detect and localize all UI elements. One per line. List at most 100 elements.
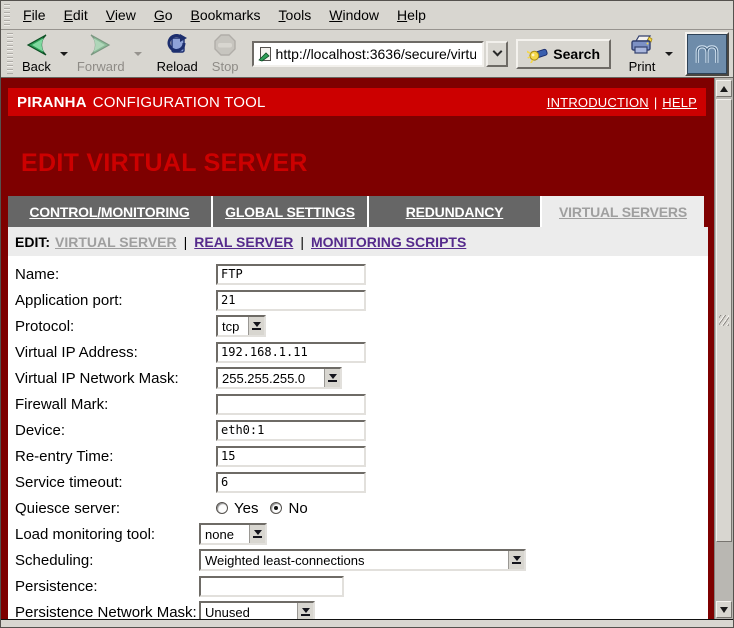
print-dropdown-icon[interactable] bbox=[665, 52, 673, 56]
url-bar[interactable] bbox=[252, 41, 485, 67]
text-input-device[interactable] bbox=[216, 420, 366, 441]
menu-help[interactable]: Help bbox=[388, 3, 435, 27]
menu-bookmarks[interactable]: Bookmarks bbox=[182, 3, 270, 27]
dropdown-arrow-icon bbox=[297, 603, 313, 620]
select-value: tcp bbox=[218, 317, 248, 335]
piranha-page: PIRANHA CONFIGURATION TOOL INTRODUCTION … bbox=[1, 78, 714, 620]
dropdown-arrow-icon bbox=[508, 551, 524, 569]
radio-label: Yes bbox=[234, 500, 258, 517]
text-input-persistence[interactable] bbox=[199, 576, 344, 597]
field-label-name: Name: bbox=[15, 266, 216, 283]
forward-dropdown-icon[interactable] bbox=[134, 52, 142, 56]
radio-no[interactable] bbox=[270, 502, 282, 514]
field-label-re-entry-time: Re-entry Time: bbox=[15, 448, 216, 465]
help-link[interactable]: HELP bbox=[662, 95, 697, 110]
field-label-application-port: Application port: bbox=[15, 292, 216, 309]
header-link-separator: | bbox=[654, 95, 657, 110]
dropdown-arrow-icon bbox=[324, 369, 340, 387]
arrow-up-icon bbox=[720, 86, 728, 92]
dropdown-arrow-icon bbox=[249, 525, 265, 543]
text-input-firewall-mark[interactable] bbox=[216, 394, 366, 415]
window-bottom-edge bbox=[1, 619, 733, 627]
tab-control-monitoring[interactable]: CONTROL/MONITORING bbox=[8, 196, 213, 227]
menu-window[interactable]: Window bbox=[320, 3, 388, 27]
radio-option-yes[interactable]: Yes bbox=[216, 500, 258, 517]
menu-tools[interactable]: Tools bbox=[270, 3, 321, 27]
field-label-virtual-ip-network-mask: Virtual IP Network Mask: bbox=[15, 370, 216, 387]
arrow-down-icon bbox=[720, 607, 728, 613]
field-label-virtual-ip-address: Virtual IP Address: bbox=[15, 344, 216, 361]
subnav-current-virtual-server: VIRTUAL SERVER bbox=[55, 234, 177, 250]
field-label-scheduling: Scheduling: bbox=[15, 552, 199, 569]
navigation-toolbar: Back Forward Reload bbox=[1, 30, 733, 78]
subnav-separator: | bbox=[184, 234, 188, 250]
scrollbar-thumb[interactable] bbox=[716, 99, 732, 542]
chevron-down-icon bbox=[492, 47, 502, 57]
select-persistence-network-mask[interactable]: Unused bbox=[199, 601, 315, 620]
text-input-name[interactable] bbox=[216, 264, 366, 285]
print-button[interactable]: Print bbox=[623, 33, 661, 75]
stop-button[interactable]: Stop bbox=[207, 33, 244, 75]
search-button[interactable]: Search bbox=[516, 39, 611, 69]
text-input-re-entry-time[interactable] bbox=[216, 446, 366, 467]
text-input-service-timeout[interactable] bbox=[216, 472, 366, 493]
field-label-protocol: Protocol: bbox=[15, 318, 216, 335]
dropdown-arrow-icon bbox=[248, 317, 264, 335]
subnav-link-real-server[interactable]: REAL SERVER bbox=[194, 234, 293, 250]
back-label: Back bbox=[22, 60, 51, 74]
print-label: Print bbox=[629, 60, 656, 74]
select-virtual-ip-network-mask[interactable]: 255.255.255.0 bbox=[216, 367, 342, 389]
vertical-scrollbar[interactable] bbox=[714, 78, 733, 620]
mozilla-logo-button[interactable] bbox=[685, 32, 729, 76]
form-fields: Name:Application port:Protocol:tcpVirtua… bbox=[8, 256, 708, 620]
menu-go[interactable]: Go bbox=[145, 3, 182, 27]
menu-edit[interactable]: Edit bbox=[55, 3, 97, 27]
field-label-persistence: Persistence: bbox=[15, 578, 199, 595]
search-label: Search bbox=[553, 46, 600, 62]
subnav-separator: | bbox=[300, 234, 304, 250]
form-row-quiesce-server: Quiesce server: Yes No bbox=[8, 495, 708, 521]
url-page-icon bbox=[257, 46, 273, 62]
form-row-scheduling: Scheduling:Weighted least-connections bbox=[8, 547, 708, 573]
menu-file[interactable]: File bbox=[14, 3, 55, 27]
edit-subnav: EDIT: VIRTUAL SERVER | REAL SERVER | MON… bbox=[8, 227, 708, 256]
tab-redundancy[interactable]: REDUNDANCY bbox=[369, 196, 542, 227]
toolbar-grippy[interactable] bbox=[7, 33, 13, 74]
scroll-down-button[interactable] bbox=[716, 601, 732, 618]
stop-label: Stop bbox=[212, 60, 239, 74]
forward-label: Forward bbox=[77, 60, 125, 74]
page-header-bar: PIRANHA CONFIGURATION TOOL INTRODUCTION … bbox=[8, 88, 706, 116]
field-label-quiesce-server: Quiesce server: bbox=[15, 500, 216, 517]
form-row-re-entry-time: Re-entry Time: bbox=[8, 443, 708, 469]
menu-bar: File Edit View Go Bookmarks Tools Window… bbox=[1, 1, 733, 30]
back-button[interactable]: Back bbox=[17, 33, 56, 75]
subnav-link-monitoring-scripts[interactable]: MONITORING SCRIPTS bbox=[311, 234, 466, 250]
select-value: 255.255.255.0 bbox=[218, 369, 324, 387]
form-row-service-timeout: Service timeout: bbox=[8, 469, 708, 495]
menu-view[interactable]: View bbox=[97, 3, 145, 27]
form-row-virtual-ip-network-mask: Virtual IP Network Mask:255.255.255.0 bbox=[8, 365, 708, 391]
form-row-application-port: Application port: bbox=[8, 287, 708, 313]
field-label-load-monitoring-tool: Load monitoring tool: bbox=[15, 526, 199, 543]
reload-button[interactable]: Reload bbox=[152, 33, 203, 75]
form-row-protocol: Protocol:tcp bbox=[8, 313, 708, 339]
url-history-dropdown[interactable] bbox=[486, 41, 508, 67]
introduction-link[interactable]: INTRODUCTION bbox=[547, 95, 649, 110]
scroll-up-button[interactable] bbox=[716, 80, 732, 97]
toolbar-grippy[interactable] bbox=[4, 4, 10, 26]
select-protocol[interactable]: tcp bbox=[216, 315, 266, 337]
text-input-virtual-ip-address[interactable] bbox=[216, 342, 366, 363]
mozilla-m-icon bbox=[691, 38, 723, 70]
url-input[interactable] bbox=[273, 45, 480, 63]
text-input-application-port[interactable] bbox=[216, 290, 366, 311]
select-value: Unused bbox=[201, 603, 297, 620]
radio-option-no[interactable]: No bbox=[270, 500, 307, 517]
form-row-name: Name: bbox=[8, 261, 708, 287]
tab-global-settings[interactable]: GLOBAL SETTINGS bbox=[213, 196, 369, 227]
radio-yes[interactable] bbox=[216, 502, 228, 514]
forward-button[interactable]: Forward bbox=[72, 33, 130, 75]
select-load-monitoring-tool[interactable]: none bbox=[199, 523, 267, 545]
back-dropdown-icon[interactable] bbox=[60, 52, 68, 56]
select-scheduling[interactable]: Weighted least-connections bbox=[199, 549, 526, 571]
tab-virtual-servers[interactable]: VIRTUAL SERVERS bbox=[542, 196, 704, 227]
